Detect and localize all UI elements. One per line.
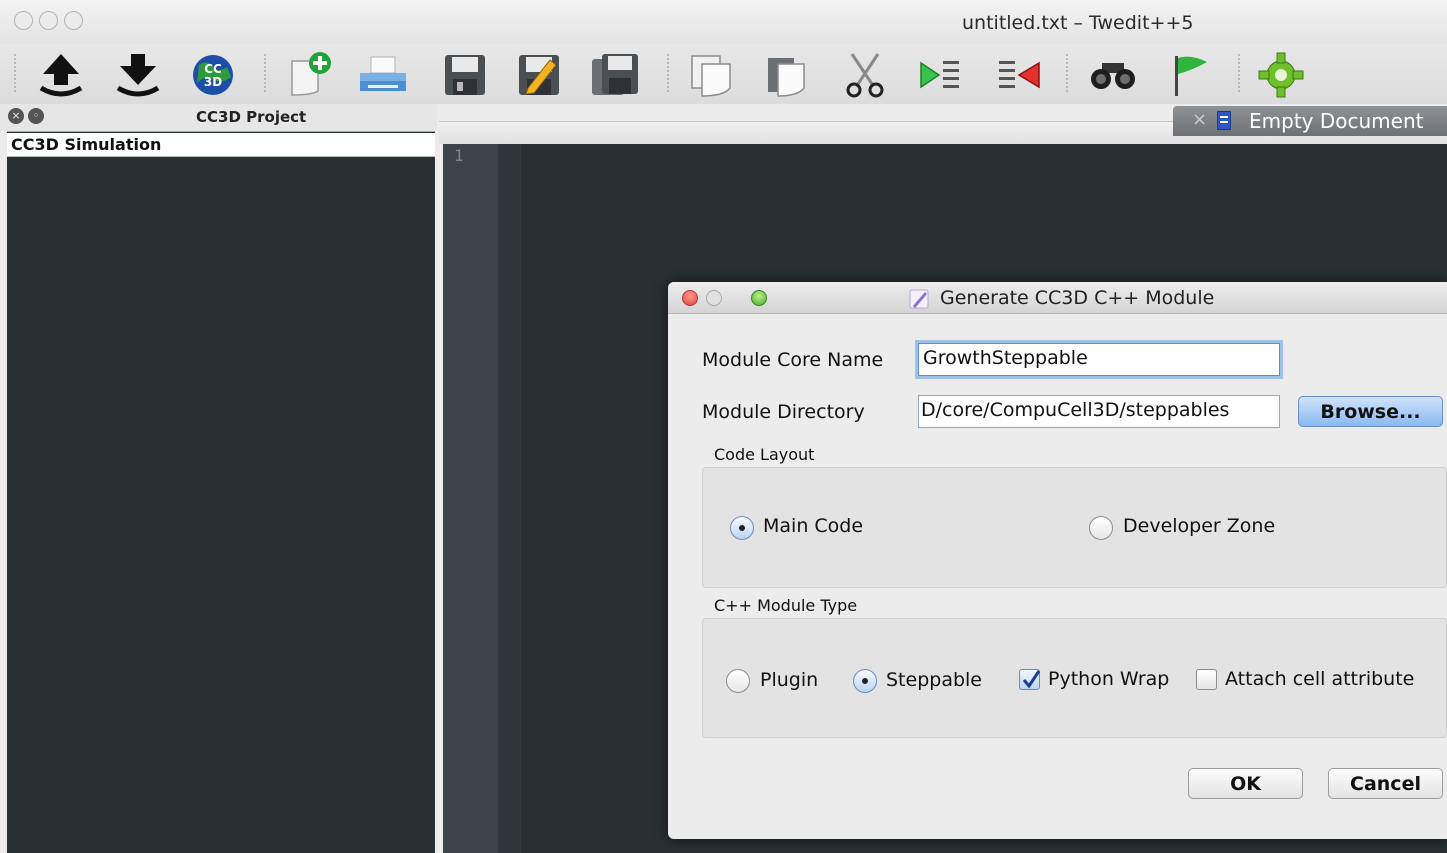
browse-button[interactable]: Browse... bbox=[1298, 396, 1443, 427]
cc3d-globe-icon[interactable]: CC 3D bbox=[186, 50, 240, 100]
python-wrap-label: Python Wrap bbox=[1048, 668, 1170, 690]
toolbar-separator bbox=[667, 54, 669, 92]
editor-tab-bar: × Empty Document bbox=[437, 104, 1447, 144]
document-icon bbox=[1217, 111, 1231, 130]
print-icon[interactable] bbox=[356, 50, 410, 100]
module-directory-label: Module Directory bbox=[702, 401, 865, 423]
module-type-group: Plugin Steppable Python Wrap Attach cell… bbox=[702, 618, 1447, 738]
project-panel-title: CC3D Project bbox=[196, 108, 307, 126]
main-code-label: Main Code bbox=[763, 515, 864, 537]
window-minimize-button[interactable] bbox=[39, 11, 58, 30]
module-core-name-input[interactable]: GrowthSteppable bbox=[918, 343, 1280, 376]
download-icon[interactable] bbox=[111, 50, 165, 100]
tree-item-cc3d-simulation[interactable]: CC3D Simulation bbox=[7, 133, 435, 157]
window-close-button[interactable] bbox=[14, 11, 33, 30]
generate-module-dialog: Generate CC3D C++ Module Module Core Nam… bbox=[668, 282, 1447, 839]
svg-text:CC: CC bbox=[204, 62, 222, 76]
cancel-button[interactable]: Cancel bbox=[1328, 768, 1443, 799]
dialog-close-button[interactable] bbox=[682, 290, 698, 306]
module-core-name-label: Module Core Name bbox=[702, 349, 884, 371]
steppable-label: Steppable bbox=[886, 669, 982, 691]
ok-button[interactable]: OK bbox=[1188, 768, 1303, 799]
upload-icon[interactable] bbox=[34, 50, 88, 100]
code-layout-group: Main Code Developer Zone bbox=[702, 467, 1447, 588]
dialog-title: Generate CC3D C++ Module bbox=[940, 287, 1215, 309]
window-title: untitled.txt – Twedit++5 bbox=[962, 12, 1194, 34]
checkmark-icon bbox=[1022, 670, 1041, 689]
tab-close-icon[interactable]: × bbox=[1192, 109, 1207, 130]
title-bar: untitled.txt – Twedit++5 bbox=[0, 0, 1447, 44]
plugin-radio[interactable] bbox=[726, 669, 750, 693]
save-all-icon[interactable] bbox=[588, 50, 642, 100]
twedit-window: untitled.txt – Twedit++5 CC 3D × ◦ CC3D … bbox=[0, 0, 1447, 853]
fold-margin bbox=[498, 144, 521, 853]
toolbar-separator bbox=[264, 54, 266, 92]
project-tree[interactable]: CC3D Simulation bbox=[7, 131, 435, 853]
dialog-minimize-button[interactable] bbox=[706, 290, 722, 306]
code-layout-label: Code Layout bbox=[714, 445, 815, 464]
line-number-gutter: 1 bbox=[443, 144, 498, 853]
copy-icon[interactable] bbox=[685, 50, 739, 100]
unindent-icon[interactable] bbox=[992, 50, 1046, 100]
find-icon[interactable] bbox=[1086, 50, 1140, 100]
indent-icon[interactable] bbox=[912, 50, 966, 100]
module-directory-input[interactable]: D/core/CompuCell3D/steppables bbox=[918, 395, 1280, 428]
tab-empty-document[interactable]: × Empty Document bbox=[1173, 106, 1447, 136]
svg-text:3D: 3D bbox=[204, 75, 222, 89]
developer-zone-radio[interactable] bbox=[1089, 516, 1113, 540]
project-panel-header: × ◦ CC3D Project bbox=[0, 104, 437, 131]
python-wrap-checkbox[interactable] bbox=[1019, 669, 1041, 690]
plugin-label: Plugin bbox=[760, 669, 819, 691]
radio-selected-dot bbox=[862, 678, 868, 684]
attach-cell-attribute-label: Attach cell attribute bbox=[1225, 668, 1415, 690]
tab-label: Empty Document bbox=[1249, 109, 1424, 133]
project-panel: × ◦ CC3D Project CC3D Simulation bbox=[0, 104, 437, 853]
dialog-zoom-button[interactable] bbox=[751, 290, 767, 306]
panel-float-icon[interactable]: ◦ bbox=[28, 108, 44, 124]
bookmark-flag-icon[interactable] bbox=[1163, 50, 1217, 100]
main-code-radio[interactable] bbox=[730, 516, 754, 540]
toolbar-separator bbox=[1238, 54, 1240, 92]
save-as-icon[interactable] bbox=[512, 50, 566, 100]
toolbar-separator bbox=[14, 54, 16, 92]
steppable-radio[interactable] bbox=[853, 669, 877, 693]
toolbar: CC 3D bbox=[0, 44, 1447, 104]
settings-gear-icon[interactable] bbox=[1254, 50, 1308, 100]
radio-selected-dot bbox=[739, 525, 745, 531]
edit-pencil-icon bbox=[909, 289, 929, 309]
panel-close-icon[interactable]: × bbox=[8, 108, 24, 124]
new-file-icon[interactable] bbox=[281, 50, 335, 100]
attach-cell-attribute-checkbox[interactable] bbox=[1196, 669, 1217, 690]
window-zoom-button[interactable] bbox=[64, 11, 83, 30]
line-number: 1 bbox=[454, 146, 464, 165]
developer-zone-label: Developer Zone bbox=[1123, 515, 1276, 537]
paste-icon[interactable] bbox=[760, 50, 814, 100]
toolbar-separator bbox=[1066, 54, 1068, 92]
cut-icon[interactable] bbox=[838, 50, 892, 100]
dialog-title-bar: Generate CC3D C++ Module bbox=[668, 282, 1447, 314]
save-icon[interactable] bbox=[438, 50, 492, 100]
module-type-label: C++ Module Type bbox=[714, 596, 858, 615]
